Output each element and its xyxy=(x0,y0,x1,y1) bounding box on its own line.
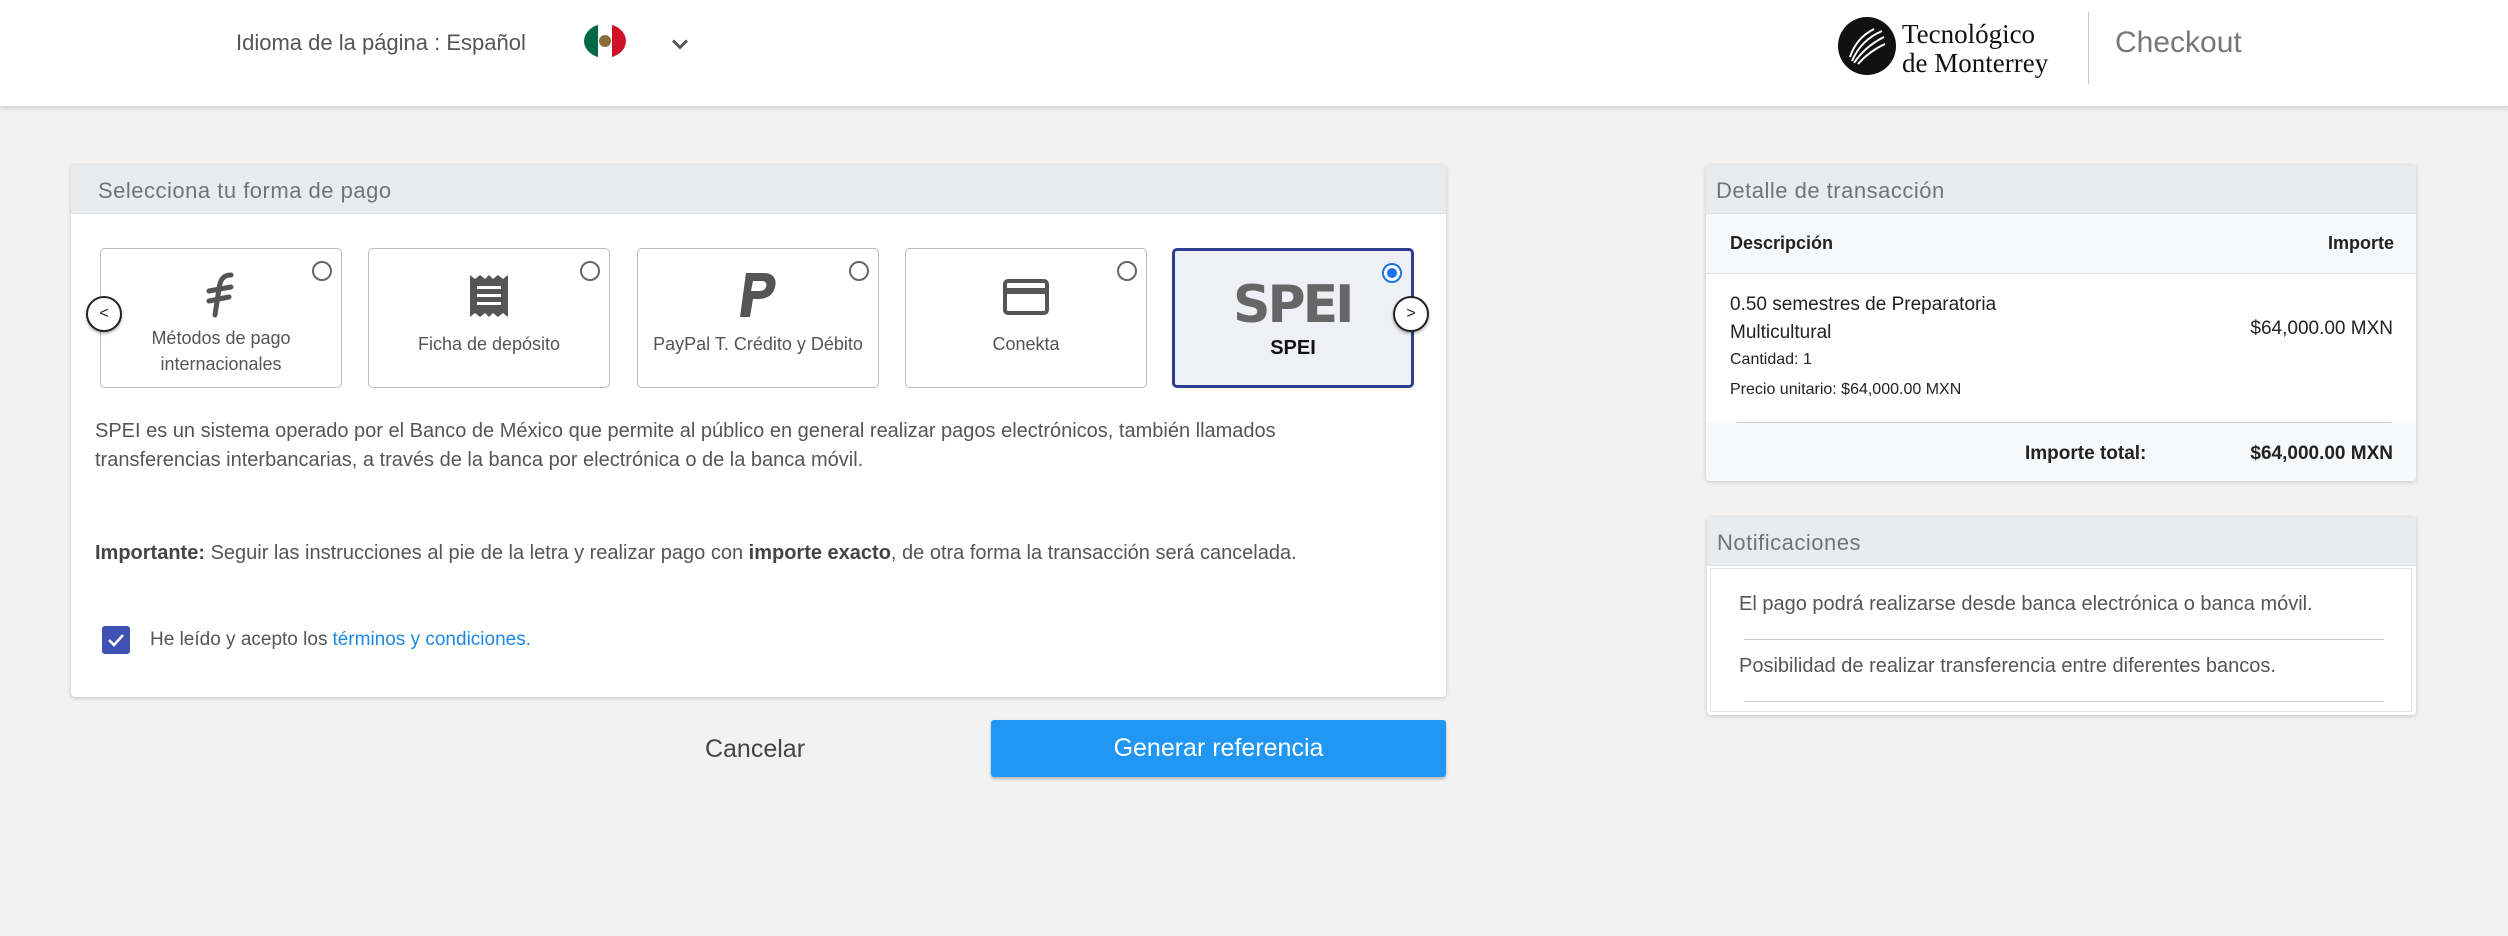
method-label: SPEI xyxy=(1270,337,1316,359)
paypal-icon xyxy=(638,271,878,319)
item-unit-price: Precio unitario: $64,000.00 MXN xyxy=(1730,381,1962,398)
total-amount: $64,000.00 MXN xyxy=(2250,443,2393,464)
tec-logo-icon xyxy=(1838,17,1896,75)
language-label: Idioma de la página : Español xyxy=(236,30,526,55)
payment-method-heading: Selecciona tu forma de pago xyxy=(71,165,1446,214)
header-divider xyxy=(2088,12,2089,84)
terms-row: He leído y acepto los términos y condici… xyxy=(102,625,531,655)
notification-item: El pago podrá realizarse desde banca ele… xyxy=(1739,593,2313,615)
item-description: 0.50 semestres de Preparatoria Multicult… xyxy=(1730,294,1997,343)
important-bold: importe exacto xyxy=(748,542,891,564)
important-notice: Importante: Seguir las instrucciones al … xyxy=(95,542,1425,565)
method-paypal[interactable]: PayPal T. Crédito y Débito xyxy=(637,248,879,388)
receipt-icon xyxy=(369,273,609,319)
method-radio[interactable] xyxy=(1117,261,1137,281)
method-spei[interactable]: SPEI SPEI xyxy=(1172,248,1414,388)
spei-logo: SPEI xyxy=(1233,279,1353,331)
column-description: Descripción xyxy=(1730,233,1834,253)
item-quantity: Cantidad: 1 xyxy=(1730,351,1812,368)
page-title: Checkout xyxy=(2115,26,2242,59)
method-deposit-slip[interactable]: Ficha de depósito xyxy=(368,248,610,388)
tec-logo-text: Tecnológico de Monterrey xyxy=(1902,19,2049,78)
table-header: Descripción Importe xyxy=(1706,214,2416,274)
cancel-button[interactable]: Cancelar xyxy=(660,721,850,777)
notifications-heading: Notificaciones xyxy=(1707,517,2416,566)
method-label: Ficha de depósito xyxy=(417,334,561,354)
total-label: Importe total: xyxy=(2025,443,2147,464)
payment-method-card: Selecciona tu forma de pago Métodos de p… xyxy=(71,165,1446,697)
terms-checkbox[interactable] xyxy=(102,626,130,654)
important-text-1: Seguir las instrucciones al pie de la le… xyxy=(210,542,744,564)
method-label: Métodos de pago internacionales xyxy=(151,328,291,374)
chevron-down-icon[interactable] xyxy=(666,30,694,58)
check-icon xyxy=(108,634,124,647)
item-amount: $64,000.00 MXN xyxy=(2250,318,2393,339)
mexico-flag-icon[interactable] xyxy=(584,24,626,58)
important-label: Importante: xyxy=(95,542,205,564)
divider xyxy=(1744,639,2384,640)
notifications-card: Notificaciones El pago podrá realizarse … xyxy=(1707,517,2416,715)
flywire-icon xyxy=(101,271,341,319)
terms-link[interactable]: términos y condiciones. xyxy=(332,629,531,651)
carousel-prev-button[interactable]: < xyxy=(86,296,122,332)
method-description: SPEI es un sistema operado por el Banco … xyxy=(95,420,1276,471)
notification-item: Posibilidad de realizar transferencia en… xyxy=(1739,655,2276,677)
method-conekta[interactable]: Conekta xyxy=(905,248,1147,388)
carousel-next-button[interactable]: > xyxy=(1393,296,1429,332)
terms-text: He leído y acepto los xyxy=(150,629,328,650)
generate-reference-button[interactable]: Generar referencia xyxy=(991,720,1446,777)
top-header: Idioma de la página : Español Tecnológic… xyxy=(0,0,2508,107)
method-label: Conekta xyxy=(992,334,1060,354)
method-label: PayPal T. Crédito y Débito xyxy=(653,334,863,354)
important-text-2: , de otra forma la transacción será canc… xyxy=(890,542,1297,564)
transaction-detail-card: Detalle de transacción Descripción Impor… xyxy=(1706,165,2416,481)
payment-methods-carousel: Métodos de pago internacionales Ficha de… xyxy=(86,248,1429,390)
credit-card-icon xyxy=(906,279,1146,315)
method-international[interactable]: Métodos de pago internacionales xyxy=(100,248,342,388)
notifications-list: El pago podrá realizarse desde banca ele… xyxy=(1710,568,2412,712)
column-amount: Importe xyxy=(2327,233,2394,253)
transaction-detail-heading: Detalle de transacción xyxy=(1706,165,2416,214)
divider xyxy=(1744,701,2384,702)
total-row: Importe total: $64,000.00 MXN xyxy=(1706,423,2416,481)
